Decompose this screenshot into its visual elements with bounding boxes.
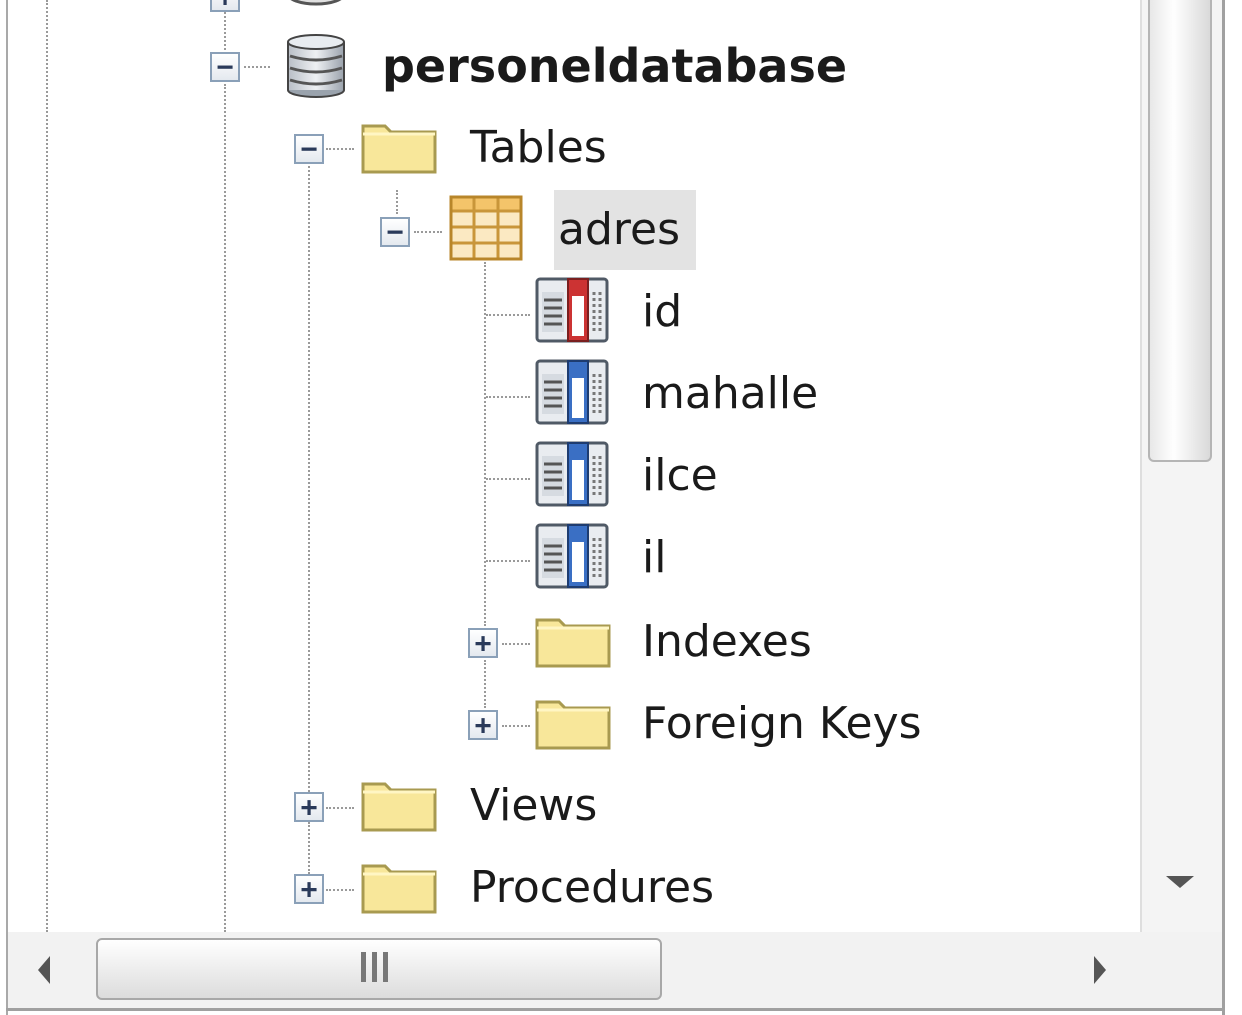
tree-guide-line xyxy=(484,262,486,626)
tree-guide-line xyxy=(486,478,530,480)
folder-icon xyxy=(361,124,437,174)
tree-guide-line xyxy=(326,148,354,150)
scrollbar-divider xyxy=(1140,0,1142,932)
database-icon xyxy=(287,34,345,98)
tree-guide-line xyxy=(326,889,354,891)
scroll-left-arrow-icon[interactable] xyxy=(38,956,50,984)
tree-guide-line xyxy=(486,396,530,398)
column-icon xyxy=(535,523,609,589)
tree-toggle-collapsed[interactable]: + xyxy=(468,710,498,740)
tree-guide-line xyxy=(484,660,486,708)
database-icon xyxy=(290,0,342,6)
tree-item-database[interactable]: personeldatabase xyxy=(382,36,847,96)
scrollbar-grip-icon xyxy=(356,952,392,982)
tree-item-column[interactable]: ilce xyxy=(642,446,718,506)
scroll-down-arrow-icon[interactable] xyxy=(1166,876,1194,888)
panel-border xyxy=(1222,0,1225,1015)
table-grid-icon xyxy=(449,195,523,261)
tree-guide-line xyxy=(308,166,310,792)
tree-guide-line xyxy=(502,725,530,727)
column-icon xyxy=(535,359,609,425)
tree-item-indexes[interactable]: Indexes xyxy=(642,612,812,672)
tree-toggle-collapsed[interactable]: + xyxy=(210,0,240,12)
panel-border xyxy=(6,0,8,1015)
panel-border xyxy=(6,1008,1225,1011)
tree-guide-line xyxy=(396,190,398,214)
tree-guide-line xyxy=(486,560,530,562)
tree-item-foreign-keys[interactable]: Foreign Keys xyxy=(642,694,922,754)
tree-item-column[interactable]: il xyxy=(642,528,666,588)
tree-item-procedures[interactable]: Procedures xyxy=(470,858,714,918)
tree-guide-line xyxy=(502,643,530,645)
folder-icon xyxy=(535,618,611,668)
tree-item-column[interactable]: mahalle xyxy=(642,364,818,424)
primary-key-column-icon xyxy=(535,277,609,343)
tree-toggle-collapsed[interactable]: + xyxy=(468,628,498,658)
tree-guide-line xyxy=(46,0,48,932)
tree-item-column[interactable]: id xyxy=(642,282,682,342)
schema-tree-panel: + − personeldatabase − Tables − adres xyxy=(0,0,1242,1015)
tree-toggle-expanded[interactable]: − xyxy=(294,134,324,164)
tree-guide-line xyxy=(244,66,270,68)
tree-guide-line xyxy=(308,822,310,874)
tree-guide-line xyxy=(414,231,442,233)
tree-guide-line xyxy=(326,807,354,809)
scroll-right-arrow-icon[interactable] xyxy=(1094,956,1106,984)
tree-guide-line xyxy=(486,314,530,316)
tree-toggle-expanded[interactable]: − xyxy=(380,217,410,247)
folder-icon xyxy=(361,864,437,914)
folder-icon xyxy=(535,700,611,750)
column-icon xyxy=(535,441,609,507)
tree-item-table-adres[interactable]: adres xyxy=(554,190,697,270)
tree-toggle-collapsed[interactable]: + xyxy=(294,792,324,822)
tree-item-views[interactable]: Views xyxy=(470,776,597,836)
vertical-scrollbar-thumb[interactable] xyxy=(1148,0,1212,462)
tree-item-tables[interactable]: Tables xyxy=(470,118,607,178)
folder-icon xyxy=(361,782,437,832)
tree-toggle-expanded[interactable]: − xyxy=(210,52,240,82)
tree-guide-line xyxy=(224,84,226,932)
tree-toggle-collapsed[interactable]: + xyxy=(294,874,324,904)
